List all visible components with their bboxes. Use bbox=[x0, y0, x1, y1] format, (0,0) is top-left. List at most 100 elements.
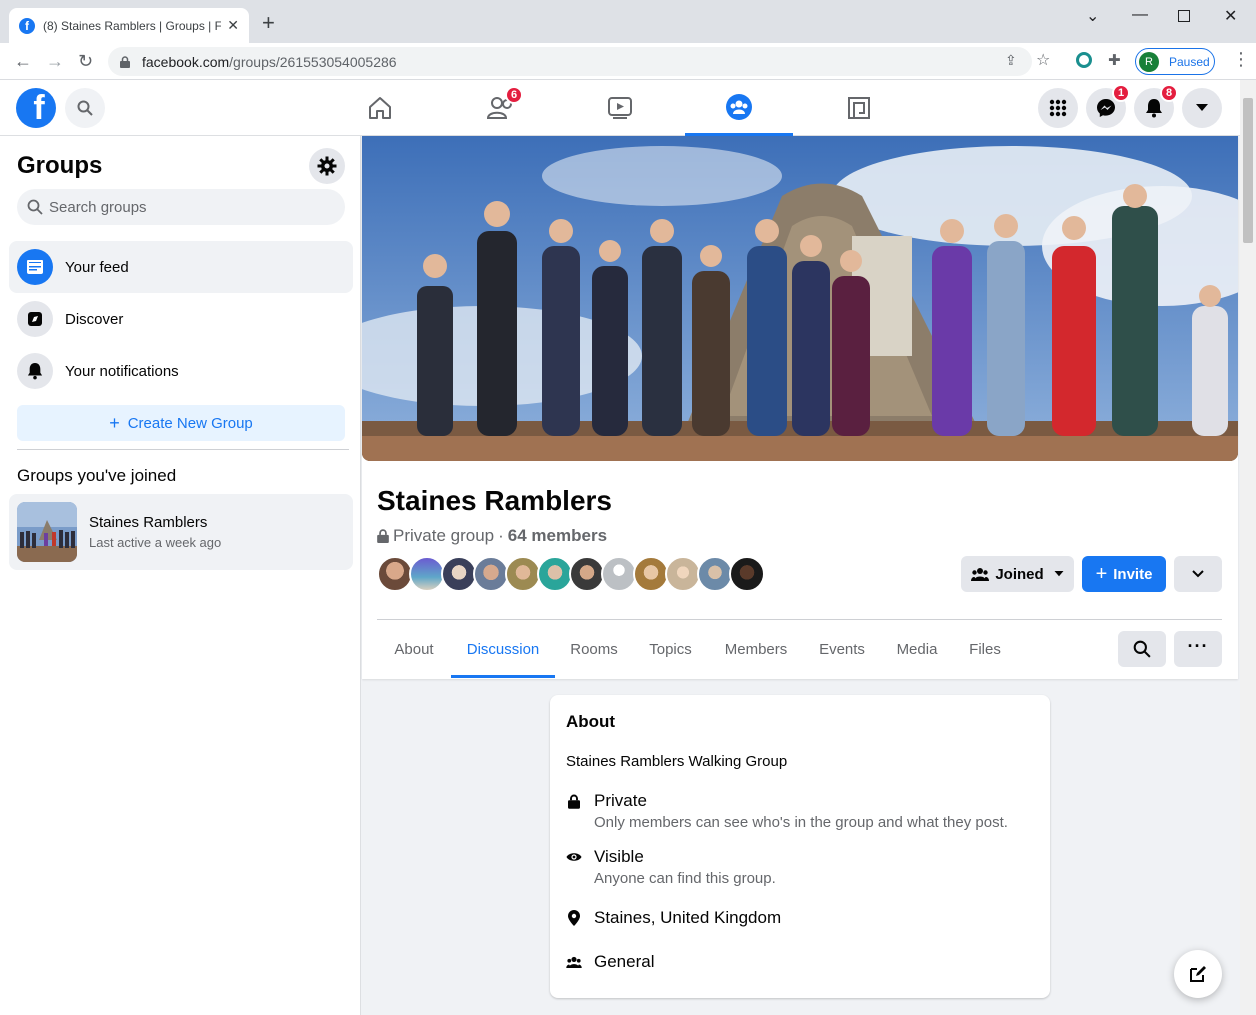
settings-button[interactable] bbox=[309, 148, 345, 184]
create-new-group-label: Create New Group bbox=[127, 414, 253, 432]
compose-icon bbox=[1190, 966, 1206, 982]
profile-status: Paused bbox=[1169, 54, 1210, 69]
notifications-button[interactable]: 8 bbox=[1134, 84, 1178, 128]
avatar[interactable] bbox=[505, 556, 541, 592]
menu-button[interactable] bbox=[1038, 88, 1078, 128]
browser-menu-icon[interactable]: ⋮ bbox=[1232, 49, 1250, 70]
joined-groups-heading: Groups you've joined bbox=[17, 466, 177, 485]
tab-rooms[interactable]: Rooms bbox=[555, 631, 633, 678]
tab-media[interactable]: Media bbox=[880, 631, 954, 678]
avatar[interactable] bbox=[697, 556, 733, 592]
forward-icon[interactable]: → bbox=[46, 51, 64, 72]
back-icon[interactable]: ← bbox=[14, 51, 32, 72]
avatar[interactable] bbox=[601, 556, 637, 592]
nav-groups[interactable] bbox=[685, 80, 793, 136]
sidebar-item-notifications[interactable]: Your notifications bbox=[9, 345, 353, 397]
sidebar-item-discover[interactable]: Discover bbox=[9, 293, 353, 345]
share-icon[interactable]: ⇪ bbox=[1005, 52, 1017, 69]
eye-icon bbox=[566, 847, 582, 867]
account-button[interactable] bbox=[1182, 88, 1222, 128]
nav-home[interactable] bbox=[326, 80, 434, 136]
avatar[interactable] bbox=[569, 556, 605, 592]
browser-tab[interactable]: f (8) Staines Ramblers | Groups | Fa ✕ bbox=[9, 8, 249, 43]
joined-label: Joined bbox=[995, 565, 1044, 583]
joined-group-last-active: Last active a week ago bbox=[89, 535, 222, 550]
avatar[interactable] bbox=[441, 556, 477, 592]
avatar[interactable] bbox=[409, 556, 445, 592]
reload-icon[interactable]: ↻ bbox=[78, 51, 93, 72]
facebook-search-button[interactable] bbox=[65, 88, 105, 128]
new-tab-icon[interactable]: + bbox=[262, 12, 275, 34]
about-visibility: Visible Anyone can find this group. bbox=[566, 847, 776, 887]
sidebar-item-label: Your notifications bbox=[65, 362, 179, 380]
notifications-badge: 8 bbox=[1160, 84, 1178, 102]
group-search-button[interactable] bbox=[1118, 631, 1166, 667]
sidebar-item-your-feed[interactable]: Your feed bbox=[9, 241, 353, 293]
avatar[interactable] bbox=[377, 556, 413, 592]
home-icon bbox=[369, 97, 391, 119]
scrollbar[interactable] bbox=[1240, 80, 1256, 1015]
about-card: About Staines Ramblers Walking Group Pri… bbox=[550, 695, 1050, 998]
chevron-down-icon[interactable]: ⌄ bbox=[1086, 6, 1099, 26]
group-meta: Private group · 64 members bbox=[377, 526, 607, 546]
maximize-icon[interactable] bbox=[1178, 10, 1190, 22]
group-more-button[interactable]: ··· bbox=[1174, 631, 1222, 667]
scrollbar-thumb[interactable] bbox=[1243, 98, 1253, 243]
close-tab-icon[interactable]: ✕ bbox=[227, 17, 239, 34]
profile-button[interactable]: R Paused bbox=[1135, 48, 1215, 75]
more-options-dropdown[interactable] bbox=[1174, 556, 1222, 592]
category-text: General bbox=[594, 952, 655, 971]
nav-friends[interactable]: 6 bbox=[447, 80, 555, 136]
tab-files[interactable]: Files bbox=[954, 631, 1016, 678]
visibility-description: Anyone can find this group. bbox=[594, 870, 776, 887]
search-icon bbox=[27, 199, 43, 215]
watch-icon bbox=[608, 97, 632, 119]
new-message-button[interactable] bbox=[1174, 950, 1222, 998]
group-member-count[interactable]: 64 members bbox=[508, 526, 607, 546]
tab-about[interactable]: About bbox=[377, 631, 451, 678]
lock-icon bbox=[120, 55, 130, 68]
plus-icon: + bbox=[109, 412, 120, 433]
location-text[interactable]: Staines, United Kingdom bbox=[594, 908, 781, 928]
separator-dot: · bbox=[498, 526, 504, 545]
caret-down-icon bbox=[1054, 571, 1064, 577]
caret-down-icon bbox=[1196, 104, 1208, 111]
avatar[interactable] bbox=[473, 556, 509, 592]
messenger-icon bbox=[1097, 99, 1115, 117]
invite-label: Invite bbox=[1113, 565, 1153, 583]
joined-group-item[interactable]: Staines Ramblers Last active a week ago bbox=[9, 494, 353, 570]
facebook-logo-icon[interactable]: f bbox=[16, 88, 56, 128]
avatar[interactable] bbox=[665, 556, 701, 592]
extension-icon[interactable] bbox=[1076, 52, 1092, 68]
create-new-group-button[interactable]: + Create New Group bbox=[17, 405, 345, 441]
puzzle-extensions-icon[interactable]: ✚ bbox=[1108, 51, 1121, 69]
nav-watch[interactable] bbox=[566, 80, 674, 136]
tab-discussion[interactable]: Discussion bbox=[451, 631, 555, 678]
messenger-button[interactable]: 1 bbox=[1086, 84, 1130, 128]
joined-button[interactable]: Joined bbox=[961, 556, 1074, 592]
lock-icon bbox=[377, 529, 389, 543]
avatar[interactable] bbox=[633, 556, 669, 592]
tab-members[interactable]: Members bbox=[708, 631, 804, 678]
minimize-icon[interactable]: — bbox=[1132, 6, 1148, 24]
bookmark-star-icon[interactable]: ☆ bbox=[1036, 50, 1050, 70]
about-description: Staines Ramblers Walking Group bbox=[566, 753, 788, 770]
lock-icon bbox=[566, 791, 582, 811]
avatar[interactable] bbox=[729, 556, 765, 592]
bell-icon bbox=[17, 353, 53, 389]
invite-button[interactable]: + Invite bbox=[1082, 556, 1166, 592]
visibility-title: Visible bbox=[594, 847, 644, 866]
gear-icon bbox=[317, 156, 337, 176]
profile-avatar: R bbox=[1139, 51, 1159, 72]
avatar[interactable] bbox=[537, 556, 573, 592]
tab-topics[interactable]: Topics bbox=[633, 631, 708, 678]
sidebar-title: Groups bbox=[17, 152, 103, 179]
address-bar[interactable]: facebook.com/groups/261553054005286 bbox=[108, 47, 1032, 76]
divider bbox=[377, 619, 1222, 620]
nav-gaming[interactable] bbox=[805, 80, 913, 136]
sidebar-item-label: Discover bbox=[65, 310, 124, 328]
close-window-icon[interactable]: ✕ bbox=[1224, 6, 1237, 26]
tab-events[interactable]: Events bbox=[804, 631, 880, 678]
group-members-icon bbox=[971, 568, 990, 581]
search-groups-input[interactable]: Search groups bbox=[17, 189, 345, 225]
